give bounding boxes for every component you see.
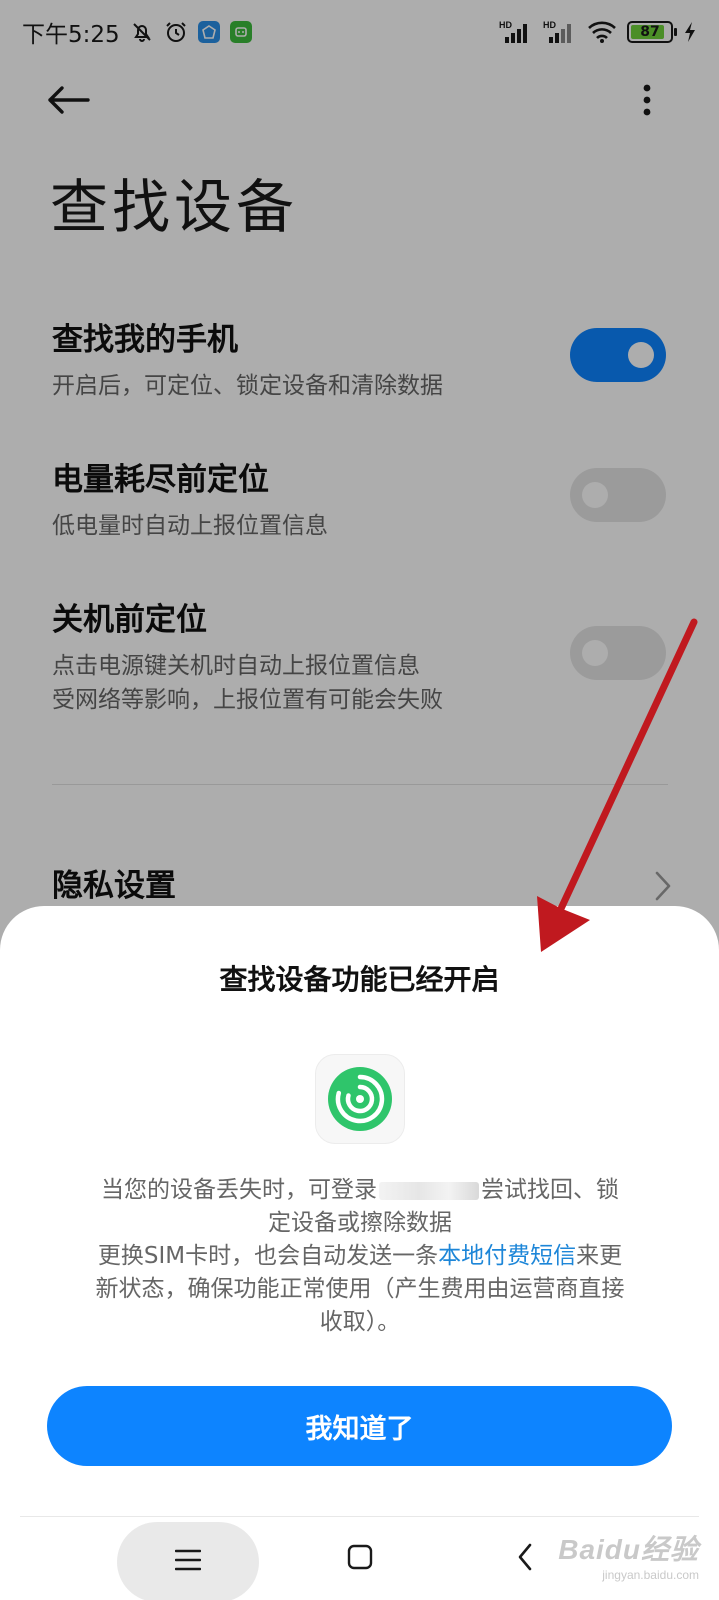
dialog-message: 当您的设备丢失时，可登录 尝试找回、锁 定设备或擦除数据 更换SIM卡时，也会自动… [70,1174,650,1339]
dialog-title: 查找设备功能已经开启 [219,963,500,996]
message-text: 来更 [576,1243,623,1269]
dialog-message-line: 当您的设备丢失时，可登录 尝试找回、锁 [70,1174,650,1207]
home-button[interactable] [320,1518,400,1600]
watermark-logo: Baidu经验 [558,1534,699,1565]
nav-back-button[interactable] [490,1518,560,1600]
watermark-url: jingyan.baidu.com [602,1568,699,1582]
nav-divider [20,1516,699,1517]
got-it-button[interactable]: 我知道了 [47,1386,672,1466]
baidu-watermark: Baidu经验 jingyan.baidu.com [558,1528,699,1582]
redacted-text [379,1181,479,1200]
message-text: 尝试找回、锁 [481,1177,619,1203]
back-chevron-icon [517,1543,533,1575]
menu-icon [174,1549,202,1575]
find-device-app-icon [315,1054,405,1144]
recent-apps-button[interactable] [117,1522,259,1600]
home-square-icon [347,1544,373,1574]
dialog-message-line: 定设备或擦除数据 [268,1210,452,1236]
dialog-message-line: 更换SIM卡时，也会自动发送一条本地付费短信来更 [70,1240,650,1273]
dialog-message-line: 新状态，确保功能正常使用（产生费用由运营商直接 [95,1276,625,1302]
message-text: 更换SIM卡时，也会自动发送一条 [97,1243,439,1269]
find-device-enabled-dialog: 查找设备功能已经开启 当您的设备丢失时，可登录 尝试找回、锁 定设备或擦除数据 更… [0,906,719,1600]
message-text: 当您的设备丢失时，可登录 [101,1177,377,1203]
dialog-message-line: 收取）。 [319,1309,401,1335]
paid-sms-link[interactable]: 本地付费短信 [438,1243,576,1269]
